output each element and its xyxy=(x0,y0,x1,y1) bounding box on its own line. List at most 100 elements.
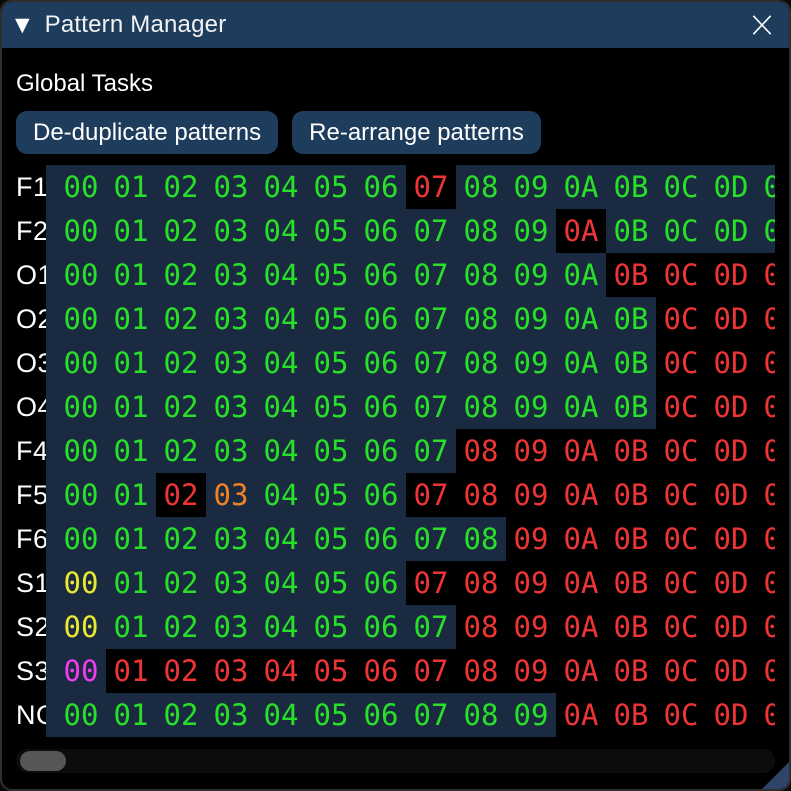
pattern-cell-NO-0C[interactable]: 0C xyxy=(656,693,706,737)
pattern-cell-F4-06[interactable]: 06 xyxy=(356,429,406,473)
pattern-cell-S2-05[interactable]: 05 xyxy=(306,605,356,649)
pattern-cell-F6-0C[interactable]: 0C xyxy=(656,517,706,561)
pattern-cell-O2-07[interactable]: 07 xyxy=(406,297,456,341)
pattern-cell-F5-0E[interactable]: 0E xyxy=(756,473,775,517)
pattern-cell-O2-0A[interactable]: 0A xyxy=(556,297,606,341)
pattern-cell-S3-0D[interactable]: 0D xyxy=(706,649,756,693)
pattern-cell-S3-06[interactable]: 06 xyxy=(356,649,406,693)
pattern-cell-O4-0E[interactable]: 0E xyxy=(756,385,775,429)
pattern-cell-S3-0C[interactable]: 0C xyxy=(656,649,706,693)
pattern-cell-F4-09[interactable]: 09 xyxy=(506,429,556,473)
pattern-cell-F5-03[interactable]: 03 xyxy=(206,473,256,517)
pattern-cell-F4-0E[interactable]: 0E xyxy=(756,429,775,473)
pattern-cell-S3-03[interactable]: 03 xyxy=(206,649,256,693)
pattern-cell-S1-0B[interactable]: 0B xyxy=(606,561,656,605)
pattern-cell-F2-08[interactable]: 08 xyxy=(456,209,506,253)
pattern-cell-S3-00[interactable]: 00 xyxy=(56,649,106,693)
pattern-cell-S3-05[interactable]: 05 xyxy=(306,649,356,693)
pattern-cell-O3-0E[interactable]: 0E xyxy=(756,341,775,385)
pattern-cell-NO-0E[interactable]: 0E xyxy=(756,693,775,737)
pattern-cell-F1-03[interactable]: 03 xyxy=(206,165,256,209)
pattern-cell-O3-04[interactable]: 04 xyxy=(256,341,306,385)
pattern-cell-O2-0E[interactable]: 0E xyxy=(756,297,775,341)
pattern-cell-F1-05[interactable]: 05 xyxy=(306,165,356,209)
pattern-cell-F1-0C[interactable]: 0C xyxy=(656,165,706,209)
pattern-cell-O2-09[interactable]: 09 xyxy=(506,297,556,341)
pattern-cell-S1-0A[interactable]: 0A xyxy=(556,561,606,605)
pattern-cell-S2-0E[interactable]: 0E xyxy=(756,605,775,649)
pattern-cell-F4-0C[interactable]: 0C xyxy=(656,429,706,473)
pattern-cell-S1-0D[interactable]: 0D xyxy=(706,561,756,605)
pattern-cell-O3-08[interactable]: 08 xyxy=(456,341,506,385)
pattern-cell-NO-05[interactable]: 05 xyxy=(306,693,356,737)
pattern-cell-F5-0A[interactable]: 0A xyxy=(556,473,606,517)
titlebar[interactable]: ▼ Pattern Manager xyxy=(2,2,789,48)
pattern-cell-O2-04[interactable]: 04 xyxy=(256,297,306,341)
pattern-cell-O1-04[interactable]: 04 xyxy=(256,253,306,297)
pattern-cell-S2-0D[interactable]: 0D xyxy=(706,605,756,649)
pattern-cell-F4-01[interactable]: 01 xyxy=(106,429,156,473)
pattern-cell-F5-00[interactable]: 00 xyxy=(56,473,106,517)
pattern-cell-O1-00[interactable]: 00 xyxy=(56,253,106,297)
pattern-cell-F2-03[interactable]: 03 xyxy=(206,209,256,253)
pattern-cell-F6-04[interactable]: 04 xyxy=(256,517,306,561)
pattern-cell-NO-07[interactable]: 07 xyxy=(406,693,456,737)
pattern-cell-NO-04[interactable]: 04 xyxy=(256,693,306,737)
pattern-cell-O3-0D[interactable]: 0D xyxy=(706,341,756,385)
pattern-cell-F5-0D[interactable]: 0D xyxy=(706,473,756,517)
pattern-cell-O1-0C[interactable]: 0C xyxy=(656,253,706,297)
pattern-cell-F6-07[interactable]: 07 xyxy=(406,517,456,561)
pattern-cell-O4-02[interactable]: 02 xyxy=(156,385,206,429)
pattern-cell-S2-0C[interactable]: 0C xyxy=(656,605,706,649)
pattern-cell-O4-0A[interactable]: 0A xyxy=(556,385,606,429)
pattern-cell-S1-06[interactable]: 06 xyxy=(356,561,406,605)
pattern-cell-O3-09[interactable]: 09 xyxy=(506,341,556,385)
pattern-cell-NO-09[interactable]: 09 xyxy=(506,693,556,737)
pattern-cell-F2-0D[interactable]: 0D xyxy=(706,209,756,253)
pattern-cell-F4-0D[interactable]: 0D xyxy=(706,429,756,473)
pattern-cell-S1-00[interactable]: 00 xyxy=(56,561,106,605)
pattern-cell-S2-0A[interactable]: 0A xyxy=(556,605,606,649)
pattern-cell-S1-03[interactable]: 03 xyxy=(206,561,256,605)
pattern-cell-F1-00[interactable]: 00 xyxy=(56,165,106,209)
pattern-cell-O3-0A[interactable]: 0A xyxy=(556,341,606,385)
pattern-cell-F2-00[interactable]: 00 xyxy=(56,209,106,253)
pattern-cell-F5-02[interactable]: 02 xyxy=(156,473,206,517)
pattern-cell-F6-00[interactable]: 00 xyxy=(56,517,106,561)
pattern-cell-O3-05[interactable]: 05 xyxy=(306,341,356,385)
pattern-cell-NO-06[interactable]: 06 xyxy=(356,693,406,737)
pattern-cell-O3-01[interactable]: 01 xyxy=(106,341,156,385)
pattern-cell-O1-01[interactable]: 01 xyxy=(106,253,156,297)
pattern-cell-F2-0A[interactable]: 0A xyxy=(556,209,606,253)
pattern-cell-F2-02[interactable]: 02 xyxy=(156,209,206,253)
pattern-cell-F2-09[interactable]: 09 xyxy=(506,209,556,253)
pattern-cell-O2-05[interactable]: 05 xyxy=(306,297,356,341)
pattern-cell-F5-0B[interactable]: 0B xyxy=(606,473,656,517)
pattern-cell-F1-01[interactable]: 01 xyxy=(106,165,156,209)
pattern-cell-S2-02[interactable]: 02 xyxy=(156,605,206,649)
horizontal-scrollbar[interactable] xyxy=(16,749,775,773)
pattern-cell-S1-04[interactable]: 04 xyxy=(256,561,306,605)
pattern-cell-O1-02[interactable]: 02 xyxy=(156,253,206,297)
pattern-cell-O2-02[interactable]: 02 xyxy=(156,297,206,341)
pattern-cell-S1-08[interactable]: 08 xyxy=(456,561,506,605)
pattern-cell-O4-00[interactable]: 00 xyxy=(56,385,106,429)
pattern-cell-F4-0A[interactable]: 0A xyxy=(556,429,606,473)
pattern-cell-F1-02[interactable]: 02 xyxy=(156,165,206,209)
pattern-cell-S2-00[interactable]: 00 xyxy=(56,605,106,649)
pattern-cell-F6-0D[interactable]: 0D xyxy=(706,517,756,561)
pattern-cell-O3-00[interactable]: 00 xyxy=(56,341,106,385)
pattern-cell-O1-07[interactable]: 07 xyxy=(406,253,456,297)
pattern-cell-NO-03[interactable]: 03 xyxy=(206,693,256,737)
pattern-cell-O2-08[interactable]: 08 xyxy=(456,297,506,341)
pattern-cell-O2-06[interactable]: 06 xyxy=(356,297,406,341)
scrollbar-thumb[interactable] xyxy=(20,751,66,771)
pattern-cell-O1-06[interactable]: 06 xyxy=(356,253,406,297)
pattern-cell-O4-0C[interactable]: 0C xyxy=(656,385,706,429)
pattern-cell-O1-08[interactable]: 08 xyxy=(456,253,506,297)
pattern-cell-F1-07[interactable]: 07 xyxy=(406,165,456,209)
pattern-cell-O3-0C[interactable]: 0C xyxy=(656,341,706,385)
pattern-cell-S3-0E[interactable]: 0E xyxy=(756,649,775,693)
pattern-cell-S3-07[interactable]: 07 xyxy=(406,649,456,693)
pattern-cell-NO-02[interactable]: 02 xyxy=(156,693,206,737)
